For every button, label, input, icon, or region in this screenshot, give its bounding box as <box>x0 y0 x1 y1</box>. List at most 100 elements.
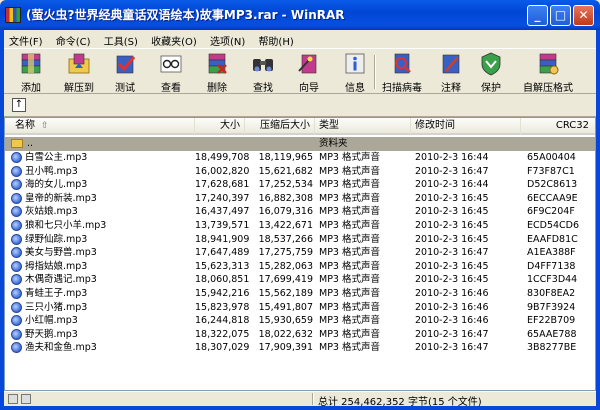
column-name[interactable]: 名称 ⇧ <box>5 118 195 135</box>
file-row[interactable]: 拇指姑娘.mp3 15,623,313 15,282,063 MP3 格式声音 2010… <box>5 260 595 274</box>
file-row[interactable]: 美女与野兽.mp3 17,647,489 17,275,759 MP3 格式声音 201… <box>5 246 595 260</box>
column-name-label: 名称 <box>15 120 35 131</box>
file-name: 白雪公主.mp3 <box>25 152 88 163</box>
menu-options[interactable]: 选项(N) <box>205 30 250 48</box>
file-size: 18,941,909 <box>195 233 250 245</box>
up-arrow-icon: ↑ <box>14 99 24 110</box>
scan-virus-icon <box>394 53 411 74</box>
column-type[interactable]: 类型 <box>315 118 411 135</box>
test-label: 测试 <box>115 83 135 94</box>
extract-to-button[interactable]: 解压到 <box>56 51 102 94</box>
add-button[interactable]: 添加 <box>8 51 54 94</box>
menu-favorites[interactable]: 收藏夹(O) <box>146 30 202 48</box>
minimize-button[interactable]: _ <box>527 5 548 26</box>
file-row[interactable]: 青蛙王子.mp3 15,942,216 15,562,189 MP3 格式声音 2010… <box>5 287 595 301</box>
column-size[interactable]: 大小 <box>195 118 245 135</box>
file-name: 三只小猪.mp3 <box>25 301 88 313</box>
file-row[interactable]: 小红帽.mp3 16,244,818 15,930,659 MP3 格式声音 2010-… <box>5 314 595 328</box>
winrar-app-icon[interactable] <box>5 7 21 23</box>
file-crc32: 6F9C204F <box>527 206 575 218</box>
sfx-button[interactable]: 自解压格式 <box>516 51 580 94</box>
file-name: 皇帝的新装.mp3 <box>25 192 97 204</box>
menu-help[interactable]: 帮助(H) <box>253 30 298 48</box>
file-packed-size: 15,621,682 <box>258 165 313 177</box>
window-frame-right <box>596 30 600 410</box>
file-type: MP3 格式声音 <box>319 179 380 191</box>
file-name: 绿野仙踪.mp3 <box>25 233 88 245</box>
file-modified: 2010-2-3 16:45 <box>415 274 489 286</box>
up-folder-button[interactable]: ↑ <box>12 98 26 112</box>
file-row[interactable]: 狼和七只小羊.mp3 13,739,571 13,422,671 MP3 格式声音 20… <box>5 219 595 233</box>
file-type: MP3 格式声音 <box>319 206 380 218</box>
file-packed-size: 16,079,316 <box>258 206 313 218</box>
file-size: 13,739,571 <box>195 220 250 231</box>
wizard-button[interactable]: 向导 <box>286 51 332 94</box>
find-button[interactable]: 查找 <box>240 51 286 94</box>
wizard-label: 向导 <box>299 83 319 94</box>
title-bar[interactable]: (萤火虫?世界经典童话双语绘本)故事MP3.rar - WinRAR _ □ ✕ <box>0 0 600 30</box>
file-row[interactable]: 灰姑娘.mp3 16,437,497 16,079,316 MP3 格式声音 2010-… <box>5 205 595 219</box>
view-button[interactable]: 查看 <box>148 51 194 94</box>
status-bar: 总计 254,462,352 字节(15 个文件) <box>4 391 596 408</box>
protect-button[interactable]: 保护 <box>468 51 514 94</box>
maximize-button[interactable]: □ <box>550 5 571 26</box>
column-crc32[interactable]: CRC32 <box>521 118 595 135</box>
file-modified: 2010-2-3 16:45 <box>415 192 489 204</box>
file-size: 17,647,489 <box>195 247 250 259</box>
key-icon[interactable] <box>21 394 31 404</box>
delete-button[interactable]: 删除 <box>194 51 240 94</box>
file-size: 18,499,708 <box>195 152 250 163</box>
parent-folder-row[interactable]: .. 资料夹 <box>5 137 595 151</box>
file-size: 18,322,075 <box>195 328 250 340</box>
file-crc32: 830F8EA2 <box>527 288 576 299</box>
file-type: MP3 格式声音 <box>319 274 380 286</box>
file-crc32: 3B8277BE <box>527 342 577 354</box>
file-type: MP3 格式声音 <box>319 233 380 245</box>
info-button[interactable]: 信息 <box>332 51 378 94</box>
view-icon <box>160 55 182 73</box>
file-modified: 2010-2-3 16:47 <box>415 247 489 259</box>
file-name: 丑小鸭.mp3 <box>25 165 78 177</box>
file-row[interactable]: 丑小鸭.mp3 16,002,820 15,621,682 MP3 格式声音 2010-… <box>5 165 595 179</box>
file-crc32: D52C8613 <box>527 179 578 191</box>
protect-icon <box>481 52 501 76</box>
file-list[interactable]: 名称 ⇧ 大小 压缩后大小 类型 修改时间 CRC32 .. 资料夹 白雪公主.m… <box>4 117 596 391</box>
extract-to-icon <box>68 53 90 74</box>
mp3-file-icon <box>11 206 22 218</box>
file-crc32: D4FF7138 <box>527 260 576 272</box>
menu-file[interactable]: 文件(F) <box>4 30 48 48</box>
column-packed[interactable]: 压缩后大小 <box>245 118 315 135</box>
file-row[interactable]: 绿野仙踪.mp3 18,941,909 18,537,266 MP3 格式声音 2010… <box>5 233 595 247</box>
file-modified: 2010-2-3 16:47 <box>415 328 489 340</box>
file-row[interactable]: 野天鹅.mp3 18,322,075 18,022,632 MP3 格式声音 2010-… <box>5 328 595 342</box>
close-button[interactable]: ✕ <box>573 5 594 26</box>
file-row[interactable]: 皇帝的新装.mp3 17,240,397 16,882,308 MP3 格式声音 201… <box>5 192 595 206</box>
file-row[interactable]: 三只小猪.mp3 15,823,978 15,491,807 MP3 格式声音 2010… <box>5 301 595 315</box>
file-name: 拇指姑娘.mp3 <box>25 260 88 272</box>
mp3-file-icon <box>11 260 22 272</box>
window-frame-bottom <box>0 406 600 410</box>
file-row[interactable]: 白雪公主.mp3 18,499,708 18,119,965 MP3 格式声音 2010… <box>5 151 595 165</box>
test-button[interactable]: 测试 <box>102 51 148 94</box>
file-row[interactable]: 渔夫和金鱼.mp3 18,307,029 17,909,391 MP3 格式声音 201… <box>5 341 595 355</box>
column-modified[interactable]: 修改时间 <box>411 118 521 135</box>
file-packed-size: 17,909,391 <box>258 342 313 354</box>
protect-label: 保护 <box>481 83 501 94</box>
parent-folder-type: 资料夹 <box>319 138 348 149</box>
mp3-file-icon <box>11 152 22 163</box>
file-row[interactable]: 海的女儿.mp3 17,628,681 17,252,534 MP3 格式声音 2010… <box>5 178 595 192</box>
extract-to-label: 解压到 <box>64 83 94 94</box>
file-name: 渔夫和金鱼.mp3 <box>25 342 97 354</box>
file-modified: 2010-2-3 16:45 <box>415 220 489 231</box>
file-row[interactable]: 木偶奇遇记.mp3 18,060,851 17,699,419 MP3 格式声音 201… <box>5 273 595 287</box>
mp3-file-icon <box>11 315 22 327</box>
menu-commands[interactable]: 命令(C) <box>51 30 96 48</box>
scan-virus-button[interactable]: 扫描病毒 <box>376 51 428 94</box>
disk-icon[interactable] <box>8 394 18 404</box>
menu-tools[interactable]: 工具(S) <box>99 30 143 48</box>
file-size: 17,628,681 <box>195 179 250 191</box>
file-modified: 2010-2-3 16:47 <box>415 165 489 177</box>
test-icon <box>116 55 136 74</box>
file-name: 木偶奇遇记.mp3 <box>25 274 97 286</box>
file-name: 小红帽.mp3 <box>25 315 78 327</box>
